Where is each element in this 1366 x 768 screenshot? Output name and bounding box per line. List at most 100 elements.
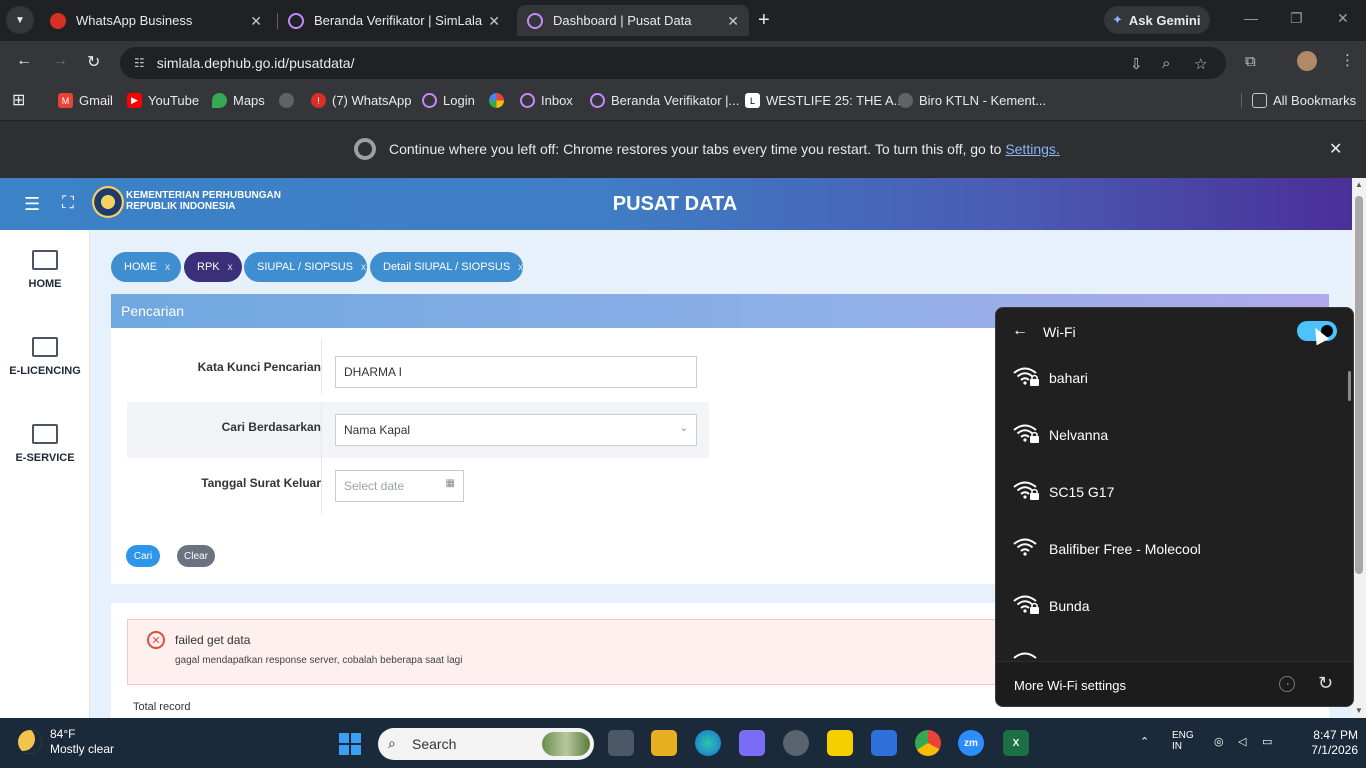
breadcrumb-close-icon[interactable]: x bbox=[518, 262, 523, 273]
zoom-icon[interactable]: ⌕ bbox=[1162, 55, 1170, 72]
breadcrumb-close-icon[interactable]: x bbox=[165, 262, 170, 273]
scrollbar-thumb[interactable] bbox=[1355, 196, 1363, 574]
hamburger-menu-icon[interactable]: ☰ bbox=[24, 194, 40, 215]
pinwheel-icon bbox=[489, 93, 504, 108]
more-wifi-settings-link[interactable]: More Wi-Fi settings bbox=[1014, 678, 1126, 693]
network-item-balifiber[interactable]: Balifiber Free - Molecool bbox=[996, 522, 1353, 579]
bookmark-label: All Bookmarks bbox=[1273, 93, 1357, 108]
vpn-app-icon[interactable] bbox=[739, 730, 765, 756]
scroll-up-icon[interactable]: ▲ bbox=[1355, 180, 1363, 189]
excel-icon[interactable]: X bbox=[1003, 730, 1029, 756]
extensions-icon[interactable]: ⧉ bbox=[1245, 53, 1256, 70]
alert-title: failed get data bbox=[175, 633, 251, 647]
network-item-sc15-g17[interactable]: SC15 G17 bbox=[996, 465, 1353, 522]
bookmark-star-icon[interactable]: ☆ bbox=[1194, 55, 1207, 73]
page-scrollbar[interactable]: ▲ ▼ bbox=[1352, 178, 1366, 718]
forward-icon[interactable]: → bbox=[52, 52, 68, 70]
network-status-icon[interactable]: ◔ bbox=[1279, 676, 1295, 692]
site-info-icon[interactable]: ☷ bbox=[134, 56, 145, 70]
bookmark-globe[interactable] bbox=[279, 93, 300, 108]
new-tab-button[interactable]: + bbox=[758, 9, 770, 32]
bookmark-whatsapp[interactable]: ! (7) WhatsApp bbox=[311, 93, 411, 108]
search-by-select[interactable]: Nama Kapal ⌄ bbox=[335, 414, 697, 446]
weather-widget[interactable]: 84°F Mostly clear bbox=[18, 727, 114, 757]
bookmark-gmail[interactable]: M Gmail bbox=[58, 93, 113, 108]
tab-search-button[interactable]: ▼ bbox=[6, 6, 34, 34]
reload-icon[interactable]: ↻ bbox=[87, 52, 100, 72]
back-icon[interactable]: ← bbox=[16, 52, 32, 70]
breadcrumb-rpk[interactable]: RPK x bbox=[184, 252, 242, 282]
bookmark-inbox[interactable]: Inbox bbox=[520, 93, 573, 108]
clock-date: 7/1/2026 bbox=[1311, 743, 1358, 757]
breadcrumb-home[interactable]: HOME x bbox=[111, 252, 181, 282]
bookmark-youtube[interactable]: ▶ YouTube bbox=[127, 93, 199, 108]
install-app-icon[interactable]: ⇩ bbox=[1130, 55, 1143, 73]
zoom-app-icon[interactable]: zm bbox=[958, 730, 984, 756]
date-placeholder: Select date bbox=[344, 479, 405, 493]
bookmark-login[interactable]: Login bbox=[422, 93, 475, 108]
fullscreen-icon[interactable]: ⛶ bbox=[62, 193, 74, 213]
windows-start-icon[interactable] bbox=[339, 733, 361, 755]
tab-beranda-verifikator[interactable]: Beranda Verifikator | SimLala ✕ bbox=[278, 5, 510, 36]
profile-avatar[interactable] bbox=[1297, 51, 1317, 71]
bookmark-photos[interactable] bbox=[489, 93, 510, 108]
search-placeholder: Search bbox=[412, 736, 457, 752]
date-picker-input[interactable]: Select date ▦ bbox=[335, 470, 464, 502]
task-view-icon[interactable] bbox=[608, 730, 634, 756]
apps-grid-icon[interactable]: ⊞ bbox=[12, 90, 25, 110]
network-item-nelvanna[interactable]: Nelvanna bbox=[996, 408, 1353, 465]
bookmark-maps[interactable]: Maps bbox=[212, 93, 265, 108]
breadcrumb-close-icon[interactable]: x bbox=[228, 262, 233, 273]
bookmark-biro-ktln[interactable]: Biro KTLN - Kement... bbox=[898, 93, 1046, 108]
clear-button[interactable]: Clear bbox=[177, 545, 215, 567]
address-bar[interactable]: ☷ simlala.dephub.go.id/pusatdata/ ⇩ ⌕ ☆ bbox=[120, 47, 1226, 79]
close-tab-icon[interactable]: ✕ bbox=[488, 13, 500, 30]
chrome-icon[interactable] bbox=[915, 730, 941, 756]
taskbar-search-box[interactable]: ⌕ Search bbox=[378, 728, 594, 760]
edge-browser-icon[interactable] bbox=[695, 730, 721, 756]
network-list-scrollbar[interactable] bbox=[1348, 371, 1351, 401]
close-tab-icon[interactable]: ✕ bbox=[250, 13, 262, 30]
tab-whatsapp-business[interactable]: WhatsApp Business ✕ bbox=[40, 5, 272, 36]
back-arrow-icon[interactable]: ← bbox=[1012, 322, 1028, 340]
bookmark-westlife[interactable]: L WESTLIFE 25: THE A... bbox=[745, 93, 904, 108]
screen-capture-icon[interactable] bbox=[871, 730, 897, 756]
breadcrumb-siupal-siopsus[interactable]: SIUPAL / SIOPSUS x bbox=[244, 252, 367, 282]
bookmark-label: (7) WhatsApp bbox=[332, 93, 412, 108]
close-infobar-icon[interactable]: ✕ bbox=[1329, 139, 1342, 159]
minimize-icon[interactable]: — bbox=[1244, 10, 1258, 26]
close-tab-icon[interactable]: ✕ bbox=[727, 13, 739, 30]
sidebar-item-e-service[interactable]: E-SERVICE bbox=[0, 424, 90, 464]
camera-app-icon[interactable] bbox=[783, 730, 809, 756]
breadcrumb-close-icon[interactable]: x bbox=[361, 262, 366, 273]
battery-icon[interactable]: ▭ bbox=[1262, 735, 1272, 748]
scroll-down-icon[interactable]: ▼ bbox=[1355, 706, 1363, 715]
sidebar-item-e-licencing[interactable]: E-LICENCING bbox=[0, 337, 90, 377]
sidebar-item-home[interactable]: HOME bbox=[0, 250, 90, 290]
network-item-bahari[interactable]: bahari bbox=[996, 351, 1353, 408]
bookmark-label: Maps bbox=[233, 93, 265, 108]
network-item-bunda[interactable]: Bunda bbox=[996, 579, 1353, 636]
settings-link[interactable]: Settings. bbox=[1005, 141, 1059, 157]
sticky-notes-icon[interactable] bbox=[827, 730, 853, 756]
breadcrumb-label: SIUPAL / SIOPSUS bbox=[257, 261, 353, 273]
breadcrumb-detail-siupal-siopsus[interactable]: Detail SIUPAL / SIOPSUS x bbox=[370, 252, 523, 282]
close-window-icon[interactable]: ✕ bbox=[1337, 10, 1349, 27]
tab-dashboard-pusat-data[interactable]: Dashboard | Pusat Data ✕ bbox=[517, 5, 749, 36]
all-bookmarks[interactable]: All Bookmarks bbox=[1241, 93, 1356, 108]
chrome-menu-icon[interactable]: ⋮ bbox=[1340, 51, 1355, 69]
network-item-partial[interactable] bbox=[996, 636, 1353, 661]
refresh-icon[interactable]: ↻ bbox=[1318, 673, 1333, 694]
show-hidden-icons[interactable]: ⌃ bbox=[1140, 735, 1149, 748]
monitor-icon bbox=[32, 250, 58, 270]
maximize-icon[interactable]: ❐ bbox=[1290, 10, 1303, 27]
search-button[interactable]: Cari bbox=[126, 545, 160, 567]
keyword-input[interactable]: DHARMA I bbox=[335, 356, 697, 388]
network-tray-icon[interactable]: ◎ bbox=[1214, 735, 1224, 748]
language-indicator[interactable]: ENG IN bbox=[1172, 730, 1194, 752]
ask-gemini-button[interactable]: ✦ Ask Gemini bbox=[1104, 6, 1210, 34]
bookmark-beranda[interactable]: Beranda Verifikator |... bbox=[590, 93, 739, 108]
volume-icon[interactable]: ◁ bbox=[1238, 735, 1246, 748]
file-explorer-icon[interactable] bbox=[651, 730, 677, 756]
taskbar-clock[interactable]: 8:47 PM 7/1/2026 bbox=[1298, 728, 1358, 758]
